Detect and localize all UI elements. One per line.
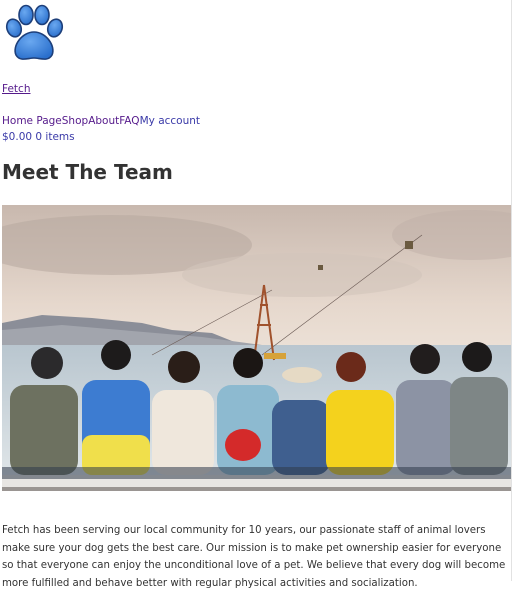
- cart-summary[interactable]: $0.00 0 items: [2, 131, 75, 143]
- page-title: Meet The Team: [2, 160, 173, 184]
- site-title-link[interactable]: Fetch: [2, 83, 30, 95]
- nav-home-page[interactable]: Home Page: [2, 115, 62, 127]
- main-nav: Home PageShopAboutFAQMy account: [2, 115, 200, 127]
- nav-shop[interactable]: Shop: [62, 115, 88, 127]
- nav-my-account[interactable]: My account: [140, 115, 200, 127]
- nav-faq[interactable]: FAQ: [119, 115, 139, 127]
- nav-about[interactable]: About: [88, 115, 119, 127]
- cart-total: $0.00: [2, 131, 33, 143]
- team-photo: [2, 205, 511, 491]
- about-paragraph: Fetch has been serving our local communi…: [2, 525, 506, 589]
- paw-logo-icon[interactable]: [4, 4, 66, 64]
- cart-count: 0 items: [35, 131, 75, 143]
